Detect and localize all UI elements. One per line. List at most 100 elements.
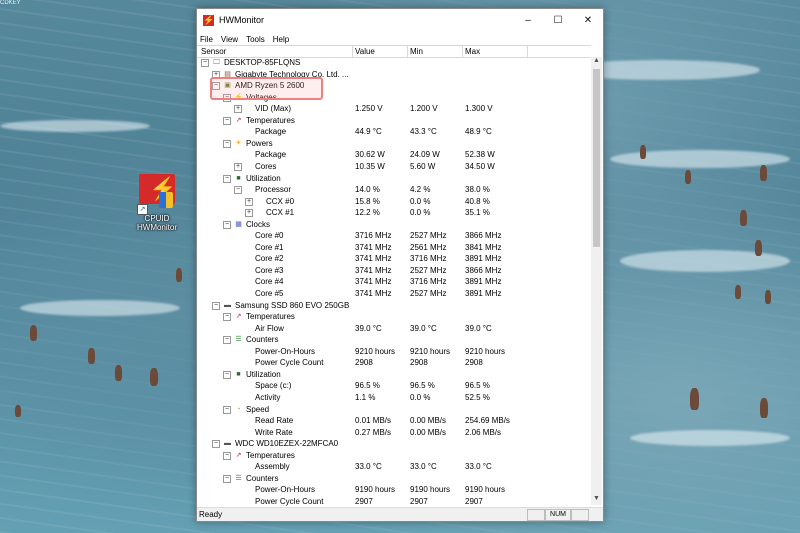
tree-row[interactable]: − ▬ Samsung SSD 860 EVO 250GB: [197, 300, 591, 312]
sensor-name: CCX #0: [266, 196, 295, 206]
sensor-min: 0.00 MB/s: [410, 416, 447, 426]
sensor-name: Package: [255, 127, 287, 137]
collapse-icon[interactable]: −: [223, 474, 231, 483]
sensor-value: 1.250 V: [355, 104, 383, 114]
tree-row[interactable]: − ■ Utilization: [197, 369, 591, 381]
tree-row[interactable]: − ↗ Temperatures: [197, 115, 591, 127]
sensor-value: 1.1 %: [355, 392, 376, 402]
sensor-name: Temperatures: [246, 115, 295, 125]
collapse-icon[interactable]: −: [223, 370, 231, 379]
tree-row[interactable]: − ↗ Temperatures: [197, 311, 591, 323]
sensor-name: Assembly: [255, 462, 290, 472]
sensor-name: Power-On-Hours: [255, 346, 316, 356]
expand-icon[interactable]: +: [234, 105, 242, 114]
sensor-name: Utilization: [246, 173, 281, 183]
sensor-min: 3716 MHz: [410, 254, 447, 264]
tree-row[interactable]: + CCX #1 12.2 % 0.0 % 35.1 %: [197, 207, 591, 219]
temperature-icon: ↗: [235, 116, 242, 124]
tree-row[interactable]: Write Rate 0.27 MB/s 0.00 MB/s 2.06 MB/s: [197, 427, 591, 439]
sensor-min: 0.0 %: [410, 208, 431, 218]
close-button[interactable]: ✕: [573, 9, 603, 32]
collapse-icon[interactable]: −: [223, 313, 231, 322]
sensor-tree[interactable]: − 🖵 DESKTOP-85FLQNS + ▤ Gigabyte Technology C…: [197, 57, 591, 507]
tree-row[interactable]: − ▬ WDC WD10EZEX-22MFCA0: [197, 438, 591, 450]
tree-row[interactable]: + CCX #0 15.8 % 0.0 % 40.8 %: [197, 196, 591, 208]
tree-row[interactable]: Package 44.9 °C 43.3 °C 48.9 °C: [197, 126, 591, 138]
tree-row[interactable]: Core #4 3741 MHz 3716 MHz 3891 MHz: [197, 276, 591, 288]
tree-row[interactable]: − ☰ Counters: [197, 334, 591, 346]
expand-icon[interactable]: +: [245, 197, 253, 206]
tree-row[interactable]: − ■ Utilization: [197, 173, 591, 185]
scroll-down-icon[interactable]: ▼: [591, 495, 602, 505]
drive-icon: ▬: [224, 301, 231, 309]
sensor-name: Processor: [255, 185, 292, 195]
scroll-thumb[interactable]: [593, 69, 600, 247]
tree-row[interactable]: − Processor 14.0 % 4.2 % 38.0 %: [197, 184, 591, 196]
tree-row[interactable]: − ☰ Counters: [197, 473, 591, 485]
status-ready: Ready: [199, 510, 223, 519]
tree-row[interactable]: Activity 1.1 % 0.0 % 52.5 %: [197, 392, 591, 404]
tree-row[interactable]: − ☀ Powers: [197, 138, 591, 150]
tree-row[interactable]: Power Cycle Count 2907 2907 2907: [197, 496, 591, 507]
sensor-min: 4.2 %: [410, 185, 431, 195]
tree-row[interactable]: Power-On-Hours 9210 hours 9210 hours 9210 h…: [197, 346, 591, 358]
tree-row[interactable]: − ◔ Speed: [197, 404, 591, 416]
tree-row[interactable]: Core #2 3741 MHz 3716 MHz 3891 MHz: [197, 253, 591, 265]
collapse-icon[interactable]: −: [223, 174, 231, 183]
tree-row[interactable]: + Cores 10.35 W 5.60 W 34.50 W: [197, 161, 591, 173]
hwmonitor-desktop-shortcut[interactable]: ⚡ ↗ CPUID HWMonitor: [133, 174, 181, 232]
vertical-scrollbar[interactable]: ▲ ▼: [591, 57, 602, 505]
menu-tools[interactable]: Tools: [246, 35, 265, 44]
column-sensor[interactable]: Sensor: [201, 47, 226, 56]
tree-row[interactable]: Space (c:) 96.5 % 96.5 % 96.5 %: [197, 380, 591, 392]
tree-row[interactable]: + VID (Max) 1.250 V 1.200 V 1.300 V: [197, 103, 591, 115]
tree-row[interactable]: Air Flow 39.0 °C 39.0 °C 39.0 °C: [197, 323, 591, 335]
column-value[interactable]: Value: [355, 47, 375, 56]
collapse-icon[interactable]: −: [223, 139, 231, 148]
status-box-empty: [527, 509, 545, 521]
collapse-icon[interactable]: −: [201, 59, 209, 67]
swimmer: [760, 165, 767, 181]
column-min[interactable]: Min: [410, 47, 423, 56]
swimmer: [176, 268, 182, 282]
menu-help[interactable]: Help: [273, 35, 289, 44]
sensor-name: Cores: [255, 161, 277, 171]
menu-view[interactable]: View: [221, 35, 238, 44]
expand-icon[interactable]: +: [245, 209, 253, 218]
expand-icon[interactable]: +: [234, 162, 242, 171]
sensor-value: 10.35 W: [355, 161, 385, 171]
tree-row[interactable]: Power Cycle Count 2908 2908 2908: [197, 357, 591, 369]
collapse-icon[interactable]: −: [212, 301, 220, 310]
collapse-icon[interactable]: −: [212, 440, 220, 449]
tree-row[interactable]: Core #0 3716 MHz 2527 MHz 3866 MHz: [197, 230, 591, 242]
sensor-min: 0.0 %: [410, 196, 431, 206]
collapse-icon[interactable]: −: [223, 220, 231, 229]
collapse-icon[interactable]: −: [234, 186, 242, 195]
tree-row[interactable]: Assembly 33.0 °C 33.0 °C 33.0 °C: [197, 461, 591, 473]
tree-row[interactable]: Core #5 3741 MHz 2527 MHz 3891 MHz: [197, 288, 591, 300]
tree-row[interactable]: − ↗ Temperatures: [197, 450, 591, 462]
tree-row[interactable]: − 🖵 DESKTOP-85FLQNS: [197, 57, 591, 69]
tree-row[interactable]: Package 30.62 W 24.09 W 52.38 W: [197, 149, 591, 161]
sensor-max: 48.9 °C: [465, 127, 492, 137]
app-icon[interactable]: ⚡: [203, 15, 214, 26]
tree-row[interactable]: Power-On-Hours 9190 hours 9190 hours 9190 h…: [197, 484, 591, 496]
tree-row[interactable]: Core #3 3741 MHz 2527 MHz 3866 MHz: [197, 265, 591, 277]
scroll-up-icon[interactable]: ▲: [591, 57, 602, 67]
tree-row[interactable]: Core #1 3741 MHz 2561 MHz 3841 MHz: [197, 242, 591, 254]
title-bar[interactable]: ⚡ HWMonitor – ☐ ✕: [197, 9, 603, 33]
sensor-value: 14.0 %: [355, 185, 380, 195]
sensor-name: Temperatures: [246, 312, 295, 322]
collapse-icon[interactable]: −: [223, 451, 231, 460]
maximize-button[interactable]: ☐: [543, 9, 573, 32]
collapse-icon[interactable]: −: [223, 405, 231, 414]
column-max[interactable]: Max: [465, 47, 480, 56]
collapse-icon[interactable]: −: [223, 336, 231, 345]
sensor-value: 39.0 °C: [355, 323, 382, 333]
minimize-button[interactable]: –: [513, 9, 543, 32]
menu-file[interactable]: File: [200, 35, 213, 44]
collapse-icon[interactable]: −: [223, 116, 231, 125]
tree-row[interactable]: − ▦ Clocks: [197, 219, 591, 231]
swimmer: [690, 388, 699, 410]
tree-row[interactable]: Read Rate 0.01 MB/s 0.00 MB/s 254.69 MB/s: [197, 415, 591, 427]
